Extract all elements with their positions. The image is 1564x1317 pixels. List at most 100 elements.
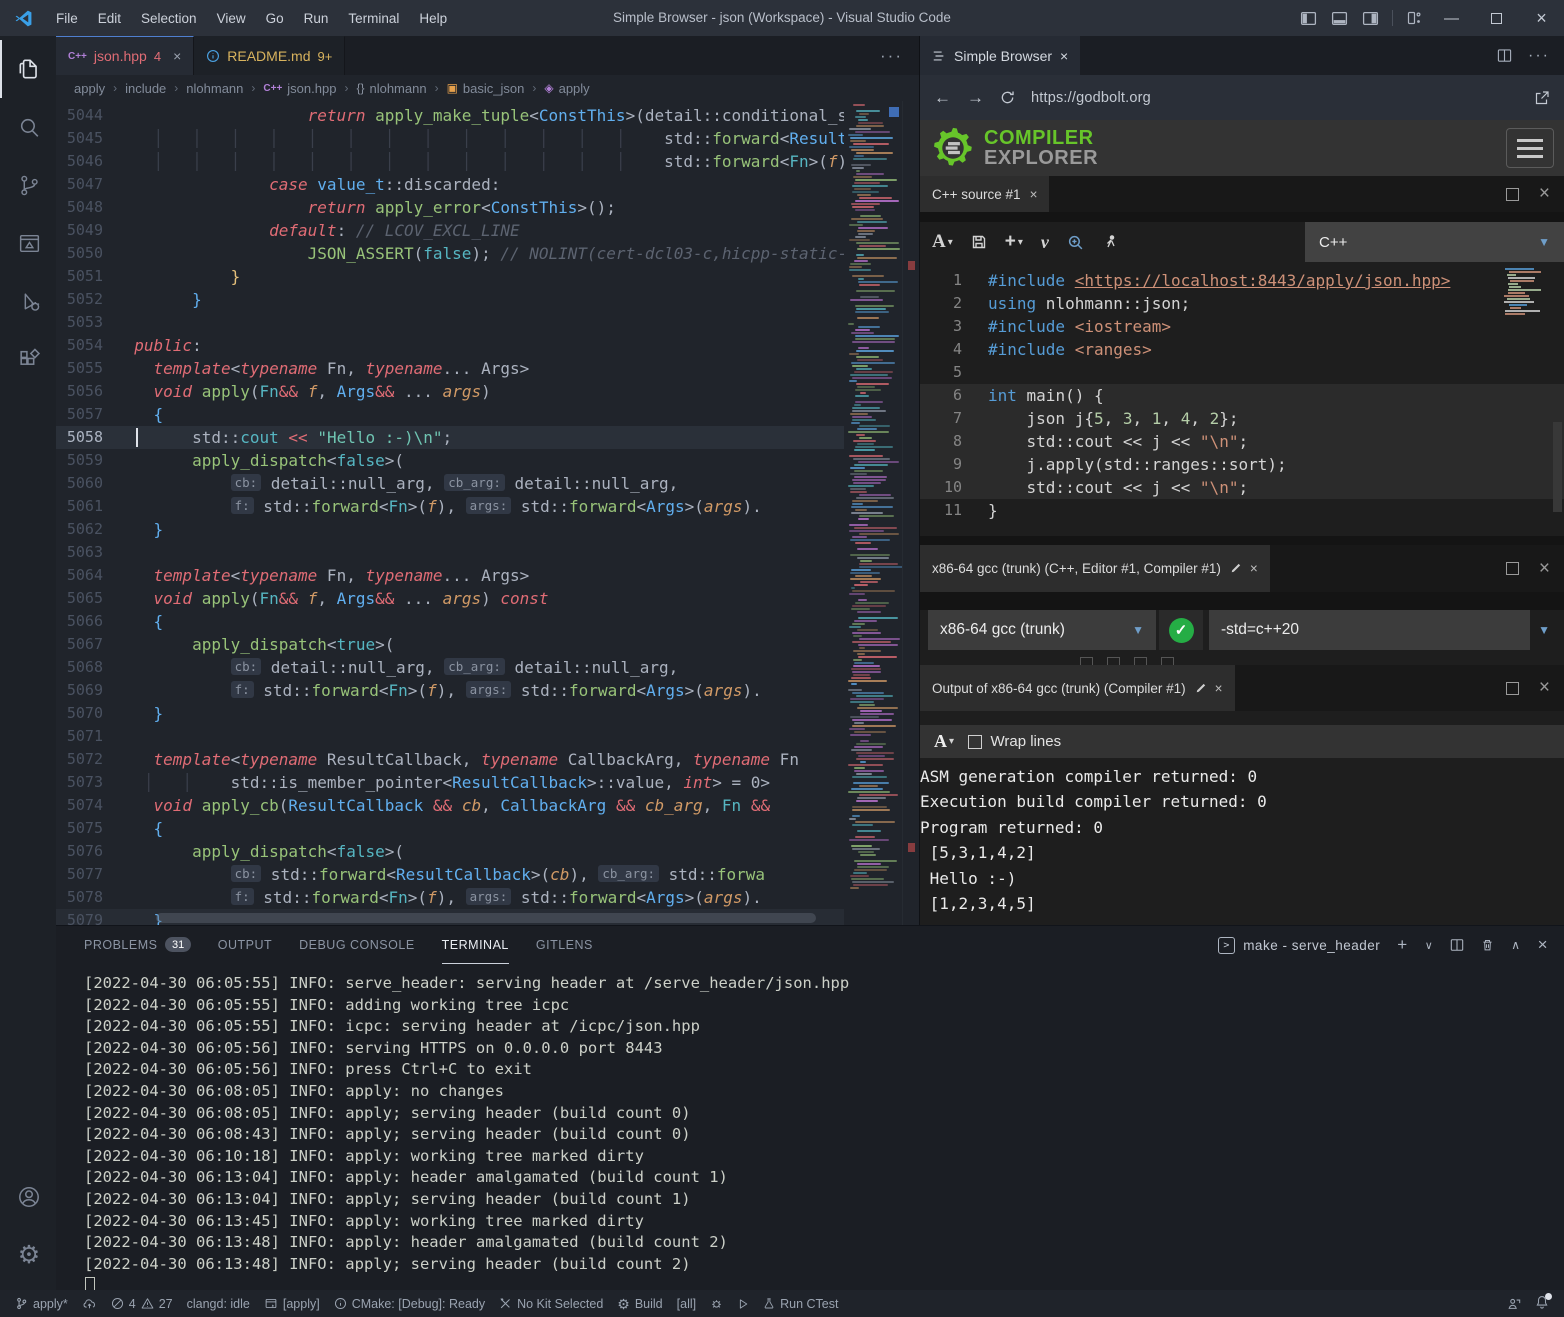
back-icon[interactable]: ← — [934, 88, 951, 108]
edit-title-icon[interactable] — [1195, 683, 1206, 694]
minimize-button[interactable]: — — [1429, 0, 1474, 36]
terminal-dropdown-icon[interactable]: ∨ — [1425, 939, 1434, 952]
panel-tab-output[interactable]: OUTPUT — [218, 926, 272, 964]
menu-run[interactable]: Run — [294, 7, 339, 30]
breadcrumb[interactable]: apply›include›nlohmann›C++json.hpp›{}nlo… — [56, 75, 919, 101]
menu-edit[interactable]: Edit — [88, 7, 131, 30]
maximize-panel-icon[interactable]: ∧ — [1511, 938, 1520, 952]
menu-view[interactable]: View — [207, 7, 256, 30]
status-item-feedback[interactable] — [1500, 1297, 1528, 1311]
sidebar-item-account-icon[interactable] — [0, 1168, 56, 1226]
output-pane-title[interactable]: Output of x86-64 gcc (trunk) (Compiler #… — [920, 665, 1235, 711]
sidebar-item-explorer-icon[interactable] — [0, 40, 56, 98]
toggle-sidebar-icon[interactable] — [1293, 0, 1324, 36]
status-item-cmake-status[interactable]: CMake: [Debug]: Ready — [327, 1290, 492, 1317]
terminal-select[interactable]: >make - serve_header — [1218, 937, 1380, 954]
code-editor[interactable]: 5044 return apply_make_tuple<ConstThis>(… — [56, 101, 919, 925]
breadcrumb-item[interactable]: C++json.hpp — [263, 81, 336, 96]
compiler-options-input[interactable]: -std=c++20 — [1209, 610, 1530, 650]
toggle-secondary-sidebar-icon[interactable] — [1355, 0, 1386, 36]
breadcrumb-item[interactable]: {}nlohmann — [356, 81, 426, 96]
share-run-icon[interactable] — [1102, 234, 1118, 250]
compiler-select[interactable]: x86-64 gcc (trunk) ▼ — [928, 610, 1156, 650]
language-select[interactable]: C++ ▼ — [1305, 222, 1564, 262]
new-terminal-icon[interactable]: + — [1397, 935, 1407, 955]
status-item-cmake-kit[interactable]: No Kit Selected — [492, 1290, 610, 1317]
breadcrumb-item[interactable]: nlohmann — [186, 81, 243, 96]
close-tab-icon[interactable]: × — [1030, 187, 1038, 202]
forward-icon[interactable]: → — [967, 88, 984, 108]
edit-title-icon[interactable] — [1230, 563, 1241, 574]
panel-tab-debug-console[interactable]: DEBUG CONSOLE — [299, 926, 415, 964]
close-button[interactable]: × — [1519, 0, 1564, 36]
sidebar-item-settings-gear-icon[interactable]: ⚙ — [0, 1226, 56, 1284]
close-panel-icon[interactable]: × — [1538, 935, 1548, 955]
status-item-cmake-debug[interactable] — [703, 1290, 730, 1317]
sidebar-item-run-debug-icon[interactable] — [0, 272, 56, 330]
close-pane-icon[interactable]: × — [1250, 561, 1258, 576]
tab-simple-browser[interactable]: Simple Browser × — [920, 36, 1080, 75]
editor-more-actions-icon[interactable]: ··· — [864, 46, 919, 66]
zoom-icon[interactable] — [1067, 234, 1084, 251]
panel-tab-gitlens[interactable]: GITLENS — [536, 926, 593, 964]
tab-cpp-source[interactable]: C++ source #1 × — [920, 176, 1049, 212]
url-field[interactable]: https://godbolt.org — [1031, 90, 1518, 106]
terminal[interactable]: [2022-04-30 06:05:55] INFO: serve_header… — [56, 964, 1564, 1290]
status-item-cmake-project[interactable]: [apply] — [257, 1290, 327, 1317]
status-item-git-branch[interactable]: apply* — [8, 1290, 75, 1317]
close-pane-icon[interactable]: × — [1539, 558, 1550, 580]
sidebar-item-extensions-icon[interactable] — [0, 330, 56, 388]
maximize-button[interactable] — [1474, 0, 1519, 36]
more-actions-icon[interactable]: ··· — [1528, 47, 1550, 65]
status-item-cmake-target[interactable]: [all] — [670, 1290, 703, 1317]
close-tab-icon[interactable]: × — [1060, 48, 1068, 64]
breadcrumb-item[interactable]: ◈apply — [544, 81, 589, 96]
sidebar-item-search-icon[interactable] — [0, 98, 56, 156]
breadcrumb-item[interactable]: ▣basic_json — [447, 81, 525, 96]
open-external-icon[interactable] — [1534, 90, 1550, 106]
vim-mode-icon[interactable]: v — [1041, 232, 1049, 253]
panel-tab-problems[interactable]: PROBLEMS31 — [84, 926, 191, 964]
status-item-cmake-launch[interactable] — [730, 1290, 756, 1317]
customize-layout-icon[interactable] — [1399, 0, 1429, 36]
menu-go[interactable]: Go — [256, 7, 294, 30]
hamburger-menu-icon[interactable] — [1506, 128, 1554, 168]
save-icon[interactable] — [971, 234, 987, 250]
maximize-pane-icon[interactable] — [1506, 562, 1519, 575]
status-item-notifications[interactable] — [1528, 1295, 1556, 1312]
wrap-lines-checkbox[interactable]: Wrap lines — [968, 733, 1061, 751]
kill-terminal-icon[interactable] — [1481, 938, 1494, 952]
editor-scrollbar[interactable] — [902, 101, 919, 925]
sidebar-item-test-panel-icon[interactable] — [0, 214, 56, 272]
close-pane-icon[interactable]: × — [1215, 681, 1223, 696]
font-size-icon[interactable]: A▾ — [934, 731, 954, 752]
menu-selection[interactable]: Selection — [131, 7, 207, 30]
source-code-editor[interactable]: 1#include <https://localhost:8443/apply/… — [920, 262, 1564, 536]
status-item-publish[interactable] — [75, 1290, 104, 1317]
split-terminal-icon[interactable] — [1450, 938, 1464, 952]
tab-json.hpp[interactable]: C++json.hpp4× — [56, 36, 194, 75]
status-item-problems[interactable]: 427 — [104, 1290, 180, 1317]
status-item-clangd-status[interactable]: clangd: idle — [180, 1290, 257, 1317]
horizontal-scrollbar[interactable] — [156, 913, 816, 923]
split-editor-icon[interactable] — [1497, 48, 1512, 63]
add-pane-icon[interactable]: +▾ — [1005, 231, 1023, 253]
breadcrumb-item[interactable]: apply — [74, 81, 105, 96]
menu-file[interactable]: File — [46, 7, 88, 30]
source-scrollbar[interactable] — [1553, 422, 1562, 512]
maximize-pane-icon[interactable] — [1506, 188, 1519, 201]
reload-icon[interactable] — [1000, 90, 1015, 105]
close-pane-icon[interactable]: × — [1539, 183, 1550, 205]
close-tab-icon[interactable]: × — [173, 48, 181, 64]
compiler-pane-title[interactable]: x86-64 gcc (trunk) (C++, Editor #1, Comp… — [920, 545, 1270, 592]
chevron-down-icon[interactable]: ▼ — [1530, 623, 1558, 637]
maximize-pane-icon[interactable] — [1506, 682, 1519, 695]
breadcrumb-item[interactable]: include — [125, 81, 166, 96]
sidebar-item-source-control-icon[interactable] — [0, 156, 56, 214]
status-item-ctest[interactable]: Run CTest — [756, 1290, 845, 1317]
minimap[interactable] — [844, 101, 902, 925]
close-pane-icon[interactable]: × — [1539, 677, 1550, 699]
toggle-panel-icon[interactable] — [1324, 0, 1355, 36]
status-item-cmake-build[interactable]: ⚙Build — [610, 1290, 669, 1317]
menu-help[interactable]: Help — [409, 7, 457, 30]
